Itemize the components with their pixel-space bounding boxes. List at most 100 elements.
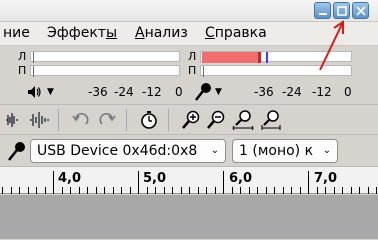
playback-left-label: Л	[18, 50, 27, 63]
ruler-tick	[342, 187, 343, 194]
ruler-tick	[70, 187, 71, 194]
input-device-select[interactable]: USB Device 0x46d:0x8 ⌄	[30, 139, 226, 163]
playback-dropdown-arrow[interactable]: ▼	[47, 87, 54, 97]
waveform-alt-icon[interactable]	[28, 109, 50, 131]
chevron-down-icon: ⌄	[319, 140, 335, 162]
record-peak-marker	[266, 52, 268, 63]
close-button[interactable]	[352, 2, 369, 19]
playback-level-left	[33, 52, 34, 63]
record-left-label: Л	[188, 50, 197, 63]
ruler-tick	[308, 171, 309, 194]
playback-scale-tick: 0	[175, 85, 183, 99]
ruler-tick	[121, 187, 122, 194]
toolbar-separator	[58, 109, 59, 131]
record-level-edge	[258, 52, 261, 63]
ruler-tick	[147, 187, 148, 194]
ruler-tick	[351, 187, 352, 194]
ruler-tick	[181, 187, 182, 194]
edit-toolbar	[0, 104, 378, 134]
waveform-icon[interactable]	[4, 109, 26, 131]
meter-scale-row: ▼ -36 -24 -12 0 ▼ -36 -24 -12 0	[0, 80, 378, 104]
ruler-label: 5,0	[143, 171, 167, 186]
ruler-tick	[164, 187, 165, 194]
toolbar-separator	[168, 109, 169, 131]
playback-scale-tick: -12	[142, 85, 162, 99]
ruler-tick	[104, 187, 105, 194]
ruler-tick	[28, 187, 29, 194]
ruler-tick	[232, 187, 233, 194]
ruler-tick	[189, 187, 190, 194]
channels-select[interactable]: 1 (моно) к ⌄	[232, 139, 338, 163]
microphone-icon[interactable]	[194, 82, 212, 102]
ruler-tick	[113, 187, 114, 194]
timeline-ruler[interactable]: 4,0 5,0 6,0 7,0	[0, 166, 378, 194]
ruler-tick	[36, 187, 37, 194]
ruler-label: 6,0	[229, 171, 253, 186]
record-dropdown-arrow[interactable]: ▼	[215, 87, 222, 97]
menu-item-help[interactable]: Справка	[205, 25, 267, 41]
record-scale-tick: -24	[282, 85, 302, 99]
menu-item-partial[interactable]: ние	[3, 25, 30, 41]
device-toolbar: USB Device 0x46d:0x8 ⌄ 1 (моно) к ⌄	[0, 134, 378, 166]
record-scale-tick: -36	[254, 85, 274, 99]
ruler-tick	[291, 187, 292, 194]
close-icon	[356, 6, 366, 16]
ruler-tick	[96, 187, 97, 194]
zoom-out-icon[interactable]	[205, 109, 227, 131]
ruler-tick	[325, 187, 326, 194]
record-right-label: П	[188, 64, 197, 77]
ruler-tick	[223, 171, 224, 194]
redo-icon[interactable]	[96, 109, 118, 131]
playback-scale-tick: -36	[88, 85, 108, 99]
ruler-tick	[206, 187, 207, 194]
ruler-tick	[172, 187, 173, 194]
ruler-tick	[359, 187, 360, 194]
record-level-bar	[202, 52, 258, 63]
ruler-tick	[266, 187, 267, 194]
ruler-tick	[257, 187, 258, 194]
ruler-tick	[376, 187, 377, 194]
playback-meter-right[interactable]	[30, 65, 180, 76]
undo-icon[interactable]	[70, 109, 92, 131]
ruler-tick	[130, 187, 131, 194]
zoom-in-icon[interactable]	[180, 109, 202, 131]
menu-item-analyze[interactable]: Анализ	[135, 25, 188, 41]
ruler-tick	[334, 187, 335, 194]
ruler-tick	[317, 187, 318, 194]
track-area[interactable]	[0, 195, 378, 239]
ruler-tick	[274, 187, 275, 194]
channels-value: 1 (моно) к	[239, 143, 314, 159]
ruler-tick	[87, 187, 88, 194]
ruler-tick	[2, 187, 3, 194]
record-scale-tick: -12	[312, 85, 332, 99]
ruler-label: 7,0	[314, 171, 338, 186]
ruler-tick	[155, 187, 156, 194]
ruler-tick	[19, 187, 20, 194]
record-level-right	[203, 66, 204, 77]
ruler-tick	[11, 187, 12, 194]
ruler-tick	[198, 187, 199, 194]
ruler-tick	[368, 187, 369, 194]
ruler-tick	[300, 187, 301, 194]
timer-icon[interactable]	[138, 109, 160, 131]
fit-selection-icon[interactable]	[232, 109, 254, 131]
ruler-label: 4,0	[58, 171, 82, 186]
ruler-tick	[249, 187, 250, 194]
ruler-tick	[62, 187, 63, 194]
fit-project-icon[interactable]	[260, 109, 282, 131]
ruler-tick	[45, 187, 46, 194]
playback-meter-left[interactable]	[30, 51, 180, 62]
speaker-icon[interactable]	[26, 84, 42, 100]
chevron-down-icon: ⌄	[207, 140, 223, 162]
ruler-tick	[283, 187, 284, 194]
toolbar-separator	[126, 109, 127, 131]
playback-level-right	[33, 66, 34, 77]
ruler-tick	[53, 171, 54, 194]
playback-scale-tick: -24	[114, 85, 134, 99]
ruler-tick	[138, 171, 139, 194]
input-device-value: USB Device 0x46d:0x8	[37, 143, 198, 159]
menu-item-effects[interactable]: Эффекты	[47, 25, 117, 41]
ruler-tick	[215, 187, 216, 194]
playback-right-label: П	[18, 64, 27, 77]
microphone-icon	[7, 142, 25, 161]
